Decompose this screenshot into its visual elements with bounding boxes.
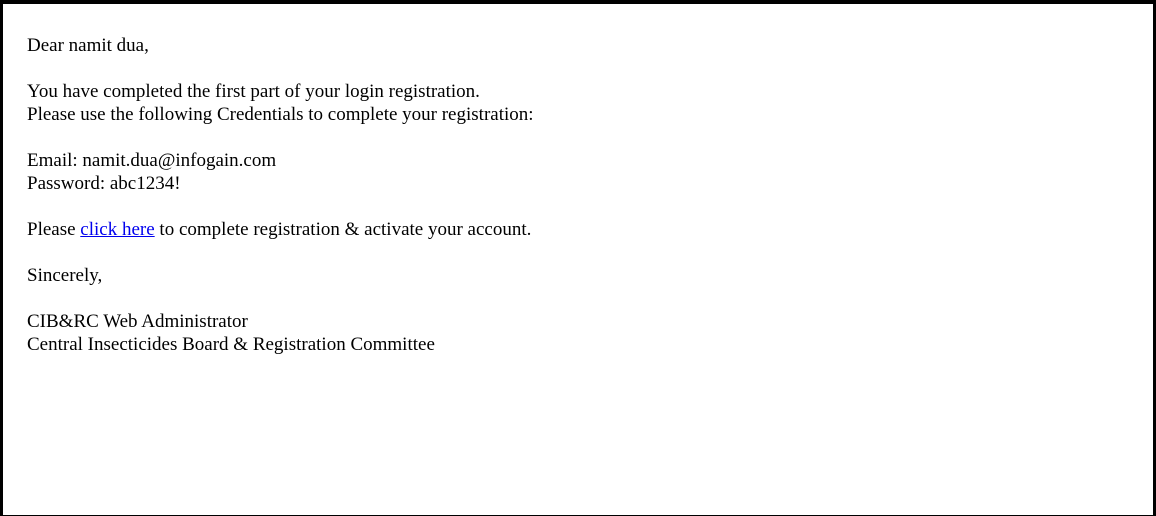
activation-suffix: to complete registration & activate your… xyxy=(154,219,532,240)
intro-line-2: Please use the following Credentials to … xyxy=(27,104,534,125)
email-label: Email: xyxy=(27,150,83,171)
email-credential: Email: namit.dua@infogain.com xyxy=(27,149,534,172)
password-credential: Password: abc1234! xyxy=(27,172,534,195)
email-value: namit.dua@infogain.com xyxy=(82,150,277,171)
password-value: abc1234! xyxy=(109,173,181,194)
activation-prefix: Please xyxy=(27,219,81,240)
closing: Sincerely, xyxy=(27,265,103,286)
email-content: Dear namit dua, You have completed the f… xyxy=(27,34,534,356)
activation-line: Please click here to complete registrati… xyxy=(27,218,534,241)
click-here-link[interactable]: click here xyxy=(80,219,154,240)
email-body-frame: Dear namit dua, You have completed the f… xyxy=(0,0,1156,516)
signature-line-1: CIB&RC Web Administrator xyxy=(27,311,248,332)
intro-line-1: You have completed the first part of you… xyxy=(27,81,480,102)
signature-line-2: Central Insecticides Board & Registratio… xyxy=(27,334,435,355)
greeting: Dear namit dua, xyxy=(27,35,149,56)
password-label: Password: xyxy=(27,173,110,194)
